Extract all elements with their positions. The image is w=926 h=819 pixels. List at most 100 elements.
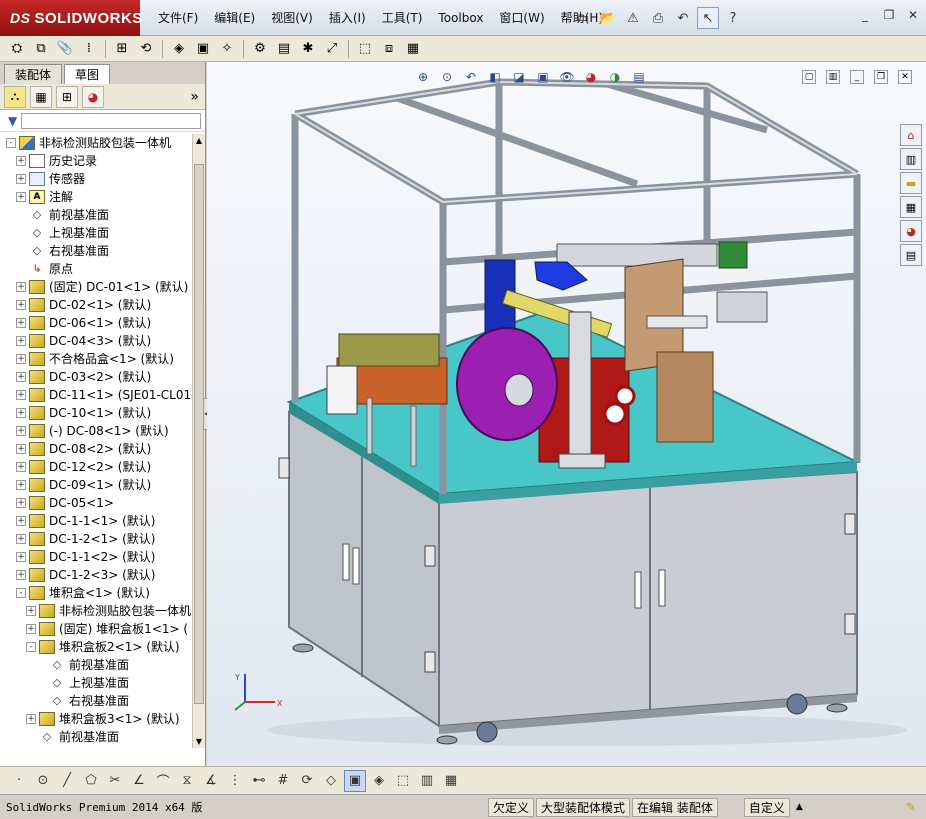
filter-input[interactable] [21, 112, 202, 129]
smart-fasteners-icon[interactable]: ⊞ [111, 38, 133, 60]
expand-icon[interactable]: + [16, 408, 26, 418]
tree-item[interactable]: + DC-12<2> (默认) [16, 458, 151, 476]
unit-dropdown-icon[interactable]: ▲ [796, 802, 803, 812]
tree-item[interactable]: + (固定) DC-01<1> (默认) [16, 278, 188, 296]
viewport-close-icon[interactable]: ✕ [898, 70, 912, 84]
update-speedpak-icon[interactable]: ⧈ [378, 38, 400, 60]
menu-window[interactable]: 窗口(W) [491, 0, 552, 36]
tree-item[interactable]: + DC-04<3> (默认) [16, 332, 151, 350]
tree-item[interactable]: ◇上视基准面 [16, 224, 109, 242]
expand-icon[interactable]: + [16, 552, 26, 562]
tree-item[interactable]: + A 注解 [16, 188, 73, 206]
tab-assembly[interactable]: 装配体 [4, 64, 63, 84]
line-icon[interactable]: ╱ [56, 770, 78, 792]
tree-item[interactable]: + 非标检测贴胶包装一体机 [26, 602, 191, 620]
shaded-with-edges-icon[interactable]: ◈ [368, 770, 390, 792]
propertymanager-icon[interactable]: ▦ [30, 85, 52, 108]
expand-icon[interactable]: + [16, 354, 26, 364]
print-icon[interactable]: ⎙ [647, 7, 669, 29]
linear-pattern-icon[interactable]: ⁞ [78, 38, 100, 60]
scroll-thumb[interactable] [194, 164, 204, 704]
move-component-icon[interactable]: ⟲ [135, 38, 157, 60]
explode-line-icon[interactable]: ⤢ [321, 38, 343, 60]
select-arrow-icon[interactable]: ↖ [697, 7, 719, 29]
expand-icon[interactable]: + [26, 624, 36, 634]
menu-insert[interactable]: 插入(I) [321, 0, 374, 36]
tree-item[interactable]: ↳ 原点 [16, 260, 73, 278]
tree-item[interactable]: ◇上视基准面 [26, 746, 119, 748]
tree-item[interactable]: ◇ 前视基准面 [36, 656, 129, 674]
tree-item[interactable]: + DC-11<1> (SJE01-CL01-1000 [16, 386, 192, 404]
tree-item[interactable]: + DC-08<2> (默认) [16, 440, 151, 458]
tree-item[interactable]: + 传感器 [16, 170, 85, 188]
expand-icon[interactable]: + [16, 390, 26, 400]
viewport-restore-icon[interactable]: ❐ [874, 70, 888, 84]
quick-tips-icon[interactable]: ✎ [906, 800, 916, 814]
file-explorer-icon[interactable]: ▬ [900, 172, 922, 194]
expand-icon[interactable]: + [16, 534, 26, 544]
view-palette-icon[interactable]: ▦ [900, 196, 922, 218]
display-style-icon[interactable]: ▣ [533, 68, 553, 86]
tab-sketch[interactable]: 草图 [64, 64, 111, 84]
tree-item[interactable]: + DC-02<1> (默认) [16, 296, 151, 314]
tree-item[interactable]: + 历史记录 [16, 152, 97, 170]
apply-scene-icon[interactable]: ◑ [605, 68, 625, 86]
polygon-icon[interactable]: ⬠ [80, 770, 102, 792]
rebuild-icon[interactable]: ⚠ [622, 7, 644, 29]
instant3d-icon[interactable]: ⬚ [354, 38, 376, 60]
zoom-to-fit-icon[interactable]: ⊕ [413, 68, 433, 86]
expand-icon[interactable]: + [16, 444, 26, 454]
expand-icon[interactable]: + [16, 516, 26, 526]
reference-geometry-icon[interactable]: ✧ [216, 38, 238, 60]
view-orientation-icon[interactable]: ◪ [509, 68, 529, 86]
menu-view[interactable]: 视图(V) [263, 0, 321, 36]
collapse-icon[interactable]: - [26, 642, 36, 652]
expand-icon[interactable]: + [16, 426, 26, 436]
new-motion-study-icon[interactable]: ⚙ [249, 38, 271, 60]
rotate-view-icon[interactable]: ⟳ [296, 770, 318, 792]
previous-view-icon[interactable]: ↶ [461, 68, 481, 86]
graphics-area[interactable]: ⊕ ⊙ ↶ ◧ ◪ ▣ 👁 ◕ ◑ ▤ ▢ ▥ _ ❐ ✕ ⌂ ▥ ▬ ▦ ◕ … [207, 62, 926, 766]
tree-item[interactable]: + DC-1-1<2> (默认) [16, 548, 155, 566]
minimize-icon[interactable]: _ [856, 6, 874, 24]
show-hidden-icon[interactable]: ◈ [168, 38, 190, 60]
menu-file[interactable]: 文件(F) [150, 0, 206, 36]
zoom-to-area-icon[interactable]: ⊙ [437, 68, 457, 86]
tree-item[interactable]: + DC-06<1> (默认) [16, 314, 151, 332]
tree-item[interactable]: ◇上视基准面 [36, 674, 129, 692]
tree-item[interactable]: + DC-05<1> [16, 494, 114, 512]
restore-icon[interactable]: ❐ [880, 6, 898, 24]
grid-icon[interactable]: # [272, 770, 294, 792]
tree-item[interactable]: + DC-10<1> (默认) [16, 404, 151, 422]
perspective-icon[interactable]: ⬚ [392, 770, 414, 792]
expand-icon[interactable]: + [16, 174, 26, 184]
collapse-icon[interactable]: - [6, 138, 16, 148]
tree-item[interactable]: ◇ 右视基准面 [16, 242, 109, 260]
expand-icon[interactable]: + [16, 300, 26, 310]
expand-panel-icon[interactable]: » [190, 89, 199, 105]
tree-item[interactable]: ◇ 右视基准面 [36, 692, 129, 710]
featuremanager-icon[interactable]: ⛬ [4, 85, 26, 108]
expand-icon[interactable]: + [16, 480, 26, 490]
design-library-icon[interactable]: ▥ [900, 148, 922, 170]
viewport-tile-icon[interactable]: ▥ [826, 70, 840, 84]
insert-component-icon[interactable]: ⧉ [30, 38, 52, 60]
assembly-features-icon[interactable]: ▣ [192, 38, 214, 60]
menu-edit[interactable]: 编辑(E) [206, 0, 263, 36]
circle-icon[interactable]: ⊙ [32, 770, 54, 792]
scroll-down-icon[interactable]: ▼ [193, 735, 205, 748]
solidworks-resources-icon[interactable]: ⌂ [900, 124, 922, 146]
filter-icon[interactable]: ▼ [8, 114, 17, 128]
mate-icon[interactable]: 📎 [54, 38, 76, 60]
expand-icon[interactable]: + [16, 192, 26, 202]
custom-properties-icon[interactable]: ▤ [900, 244, 922, 266]
viewport-split-icon[interactable]: ▢ [802, 70, 816, 84]
collapse-icon[interactable]: - [16, 588, 26, 598]
take-snapshot-icon[interactable]: ▦ [402, 38, 424, 60]
section-view-icon[interactable]: ◧ [485, 68, 505, 86]
edit-appearance-icon[interactable]: ◕ [581, 68, 601, 86]
expand-icon[interactable]: + [16, 570, 26, 580]
hide-show-items-icon[interactable]: 👁 [557, 68, 577, 86]
tree-scrollbar[interactable]: ▲ ▼ [192, 134, 205, 748]
expand-icon[interactable]: + [16, 156, 26, 166]
